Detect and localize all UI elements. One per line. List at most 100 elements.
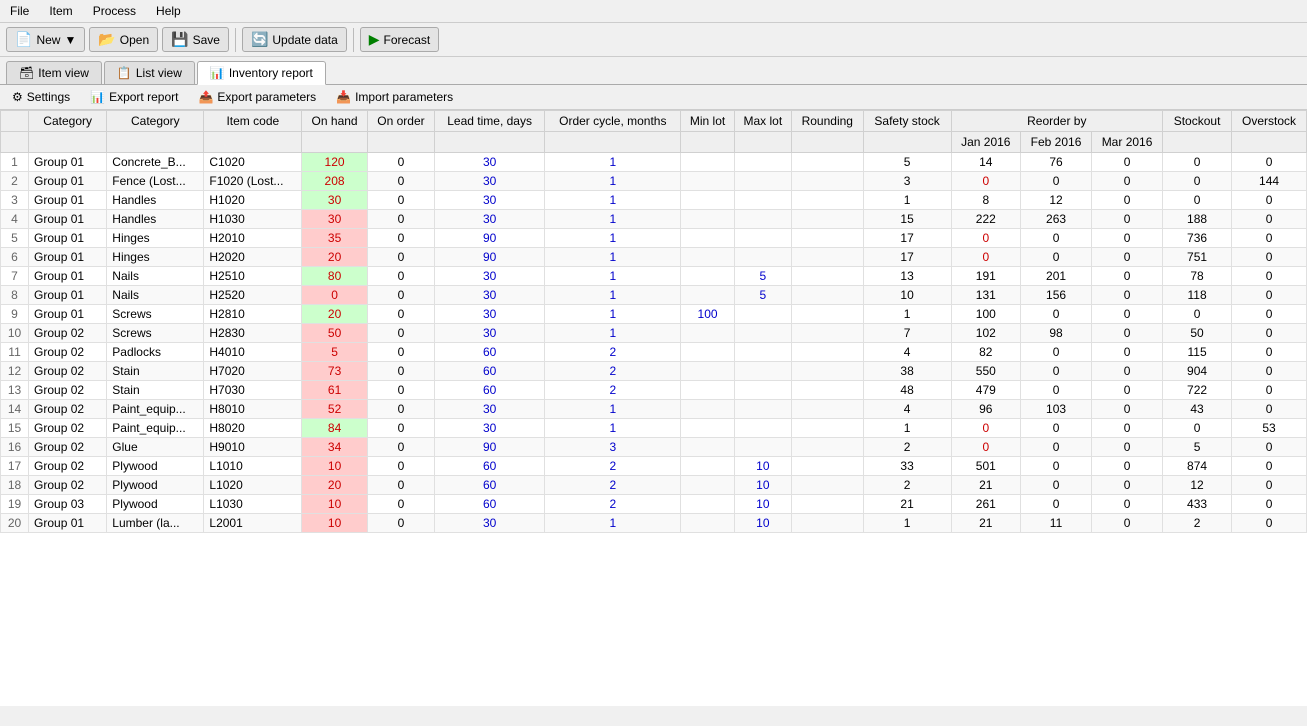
cell-feb: 12 (1021, 191, 1092, 210)
table-row[interactable]: 6Group 01HingesH2020200901170007510 (1, 248, 1307, 267)
table-row[interactable]: 7Group 01NailsH25108003015131912010780 (1, 267, 1307, 286)
settings-button[interactable]: ⚙ Settings (6, 88, 76, 106)
table-row[interactable]: 13Group 02StainH703061060248479007220 (1, 381, 1307, 400)
table-row[interactable]: 20Group 01Lumber (la...L2001100301101211… (1, 514, 1307, 533)
row-number: 12 (1, 362, 29, 381)
cell-min-lot (681, 438, 734, 457)
cell-on-order: 0 (367, 229, 434, 248)
cell-jan: 0 (951, 229, 1020, 248)
cell-category2: Fence (Lost... (107, 172, 204, 191)
cell-category2: Screws (107, 324, 204, 343)
menu-process[interactable]: Process (87, 2, 142, 20)
toolbar-separator (235, 28, 236, 52)
import-parameters-button[interactable]: 📥 Import parameters (330, 88, 459, 106)
header-itemcode: Item code (204, 111, 302, 132)
tab-list-view[interactable]: 📋 List view (104, 61, 195, 84)
table-row[interactable]: 10Group 02ScrewsH28305003017102980500 (1, 324, 1307, 343)
cell-feb: 0 (1021, 229, 1092, 248)
cell-category1: Group 02 (29, 400, 107, 419)
open-label: Open (120, 33, 149, 47)
cell-max-lot: 5 (734, 267, 791, 286)
tab-inventory-report[interactable]: 📊 Inventory report (197, 61, 326, 85)
cell-max-lot (734, 172, 791, 191)
row-number: 7 (1, 267, 29, 286)
cell-stockout: 722 (1163, 381, 1232, 400)
cell-feb: 263 (1021, 210, 1092, 229)
cell-jan: 100 (951, 305, 1020, 324)
cell-lead-time: 60 (435, 362, 545, 381)
tab-item-view-label: Item view (38, 66, 89, 80)
cell-lead-time: 60 (435, 457, 545, 476)
table-row[interactable]: 15Group 02Paint_equip...H802084030110000… (1, 419, 1307, 438)
save-button[interactable]: 💾 Save (162, 27, 229, 52)
menu-item[interactable]: Item (43, 2, 78, 20)
cell-item-code: H1030 (204, 210, 302, 229)
cell-rounding (791, 438, 863, 457)
table-row[interactable]: 16Group 02GlueH9010340903200050 (1, 438, 1307, 457)
cell-max-lot: 10 (734, 495, 791, 514)
cell-max-lot: 10 (734, 457, 791, 476)
cell-category1: Group 01 (29, 210, 107, 229)
table-row[interactable]: 5Group 01HingesH2010350901170007360 (1, 229, 1307, 248)
cell-order-cycle: 1 (545, 172, 681, 191)
settings-label: Settings (27, 90, 70, 104)
cell-feb: 0 (1021, 495, 1092, 514)
table-row[interactable]: 2Group 01Fence (Lost...F1020 (Lost...208… (1, 172, 1307, 191)
header-ordercycle: Order cycle, months (545, 111, 681, 132)
cell-category2: Padlocks (107, 343, 204, 362)
header-minlot: Min lot (681, 111, 734, 132)
table-row[interactable]: 19Group 03PlywoodL1030100602102126100433… (1, 495, 1307, 514)
row-number: 2 (1, 172, 29, 191)
table-row[interactable]: 18Group 02PlywoodL10202006021022100120 (1, 476, 1307, 495)
cell-stockout: 0 (1163, 191, 1232, 210)
cell-feb: 0 (1021, 343, 1092, 362)
cell-order-cycle: 2 (545, 381, 681, 400)
export-parameters-button[interactable]: 📤 Export parameters (192, 88, 322, 106)
cell-order-cycle: 1 (545, 324, 681, 343)
cell-overstock: 0 (1232, 305, 1307, 324)
table-row[interactable]: 12Group 02StainH702073060238550009040 (1, 362, 1307, 381)
header-cat2: Category (107, 111, 204, 132)
cell-max-lot (734, 419, 791, 438)
cell-overstock: 0 (1232, 362, 1307, 381)
open-button[interactable]: 📂 Open (89, 27, 158, 52)
cell-rounding (791, 343, 863, 362)
cell-min-lot (681, 457, 734, 476)
cell-overstock: 0 (1232, 191, 1307, 210)
menu-file[interactable]: File (4, 2, 35, 20)
table-row[interactable]: 9Group 01ScrewsH281020030110011000000 (1, 305, 1307, 324)
cell-stockout: 0 (1163, 172, 1232, 191)
cell-category1: Group 02 (29, 438, 107, 457)
table-row[interactable]: 11Group 02PadlocksH401050602482001150 (1, 343, 1307, 362)
cell-min-lot (681, 343, 734, 362)
row-number: 1 (1, 153, 29, 172)
table-row[interactable]: 1Group 01Concrete_B...C10201200301514760… (1, 153, 1307, 172)
cell-overstock: 53 (1232, 419, 1307, 438)
cell-overstock: 0 (1232, 457, 1307, 476)
header-sub-itemcode (204, 132, 302, 153)
row-number: 10 (1, 324, 29, 343)
cell-feb: 0 (1021, 362, 1092, 381)
forecast-button[interactable]: ▶ Forecast (360, 27, 439, 52)
table-row[interactable]: 4Group 01HandlesH10303003011522226301880 (1, 210, 1307, 229)
table-row[interactable]: 3Group 01HandlesH10203003011812000 (1, 191, 1307, 210)
cell-safety-stock: 33 (863, 457, 951, 476)
tab-item-view[interactable]: 🗃 Item view (6, 61, 102, 84)
cell-order-cycle: 1 (545, 248, 681, 267)
cell-max-lot (734, 191, 791, 210)
update-data-button[interactable]: 🔄 Update data (242, 27, 347, 52)
cell-stockout: 43 (1163, 400, 1232, 419)
open-icon: 📂 (98, 31, 115, 48)
header-rounding: Rounding (791, 111, 863, 132)
cell-max-lot (734, 381, 791, 400)
item-view-icon: 🗃 (19, 66, 34, 80)
new-button[interactable]: 📄 New ▼ (6, 27, 85, 52)
menu-help[interactable]: Help (150, 2, 187, 20)
cell-item-code: H9010 (204, 438, 302, 457)
cell-feb: 156 (1021, 286, 1092, 305)
table-row[interactable]: 8Group 01NailsH25200030151013115601180 (1, 286, 1307, 305)
save-label: Save (193, 33, 220, 47)
table-row[interactable]: 14Group 02Paint_equip...H801052030149610… (1, 400, 1307, 419)
table-row[interactable]: 17Group 02PlywoodL1010100602103350100874… (1, 457, 1307, 476)
export-report-button[interactable]: 📊 Export report (84, 88, 184, 106)
